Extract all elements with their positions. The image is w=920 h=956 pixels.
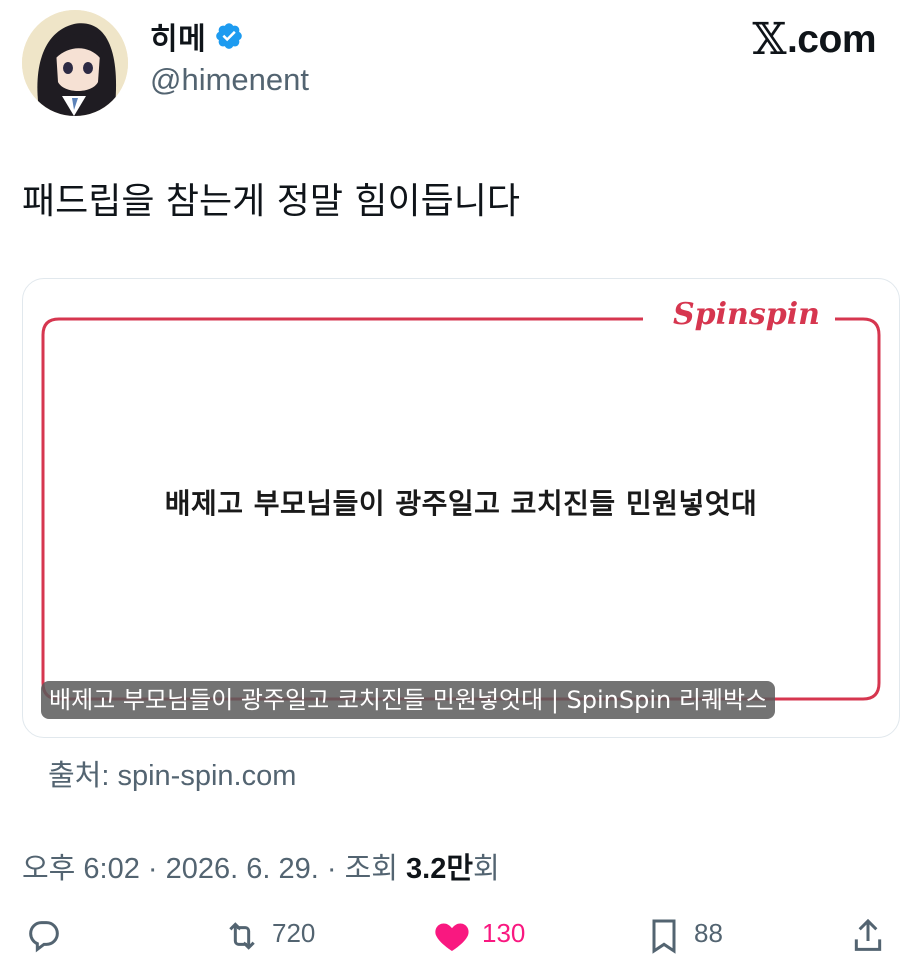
avatar[interactable]	[22, 10, 128, 116]
timestamp[interactable]: 오후 6:02 · 2026. 6. 29. · 조회	[22, 853, 406, 885]
reply-icon	[29, 921, 59, 953]
brand-label: .com	[786, 17, 877, 61]
like-count: 130	[482, 918, 526, 948]
share-button[interactable]	[848, 916, 888, 956]
verified-badge-icon	[216, 23, 243, 49]
action-bar: 720 130 88	[0, 916, 920, 954]
share-icon	[854, 918, 882, 951]
link-preview-card[interactable]: Spinspin 배제고 부모님들이 광주일고 코치진들 민원넣엇대 배제고 부…	[22, 278, 900, 738]
spinspin-logo: Spinspin	[665, 297, 828, 332]
user-handle[interactable]: @himenent	[150, 62, 309, 98]
card-headline: 배제고 부모님들이 광주일고 코치진들 민원넣엇대	[164, 487, 758, 520]
bookmark-icon	[652, 919, 676, 954]
tweet-text: 패드립을 참는게 정말 힘이듭니다	[22, 181, 521, 222]
avatar-image	[22, 10, 128, 116]
like-button[interactable]: 130	[432, 916, 525, 956]
view-suffix: 회	[473, 853, 500, 885]
x-com-logo: 𝕏 .com	[752, 14, 876, 65]
retweet-button[interactable]: 720	[222, 916, 315, 956]
bookmark-count: 88	[694, 918, 723, 948]
retweet-icon	[229, 922, 255, 950]
tweet-meta: 오후 6:02 · 2026. 6. 29. · 조회 3.2만회	[22, 845, 500, 887]
heart-icon	[435, 923, 469, 951]
view-count: 3.2만	[406, 853, 474, 885]
reply-button[interactable]	[24, 916, 64, 956]
bookmark-button[interactable]: 88	[644, 916, 723, 956]
card-caption: 배제고 부모님들이 광주일고 코치진들 민원넣엇대 | SpinSpin 리퀘박…	[41, 681, 776, 719]
display-name[interactable]: 히메	[150, 14, 206, 58]
retweet-count: 720	[272, 918, 316, 948]
author-name-row[interactable]: 히메	[150, 14, 244, 58]
card-source[interactable]: 출처: spin-spin.com	[48, 752, 296, 794]
x-logo-icon: 𝕏	[752, 14, 786, 65]
